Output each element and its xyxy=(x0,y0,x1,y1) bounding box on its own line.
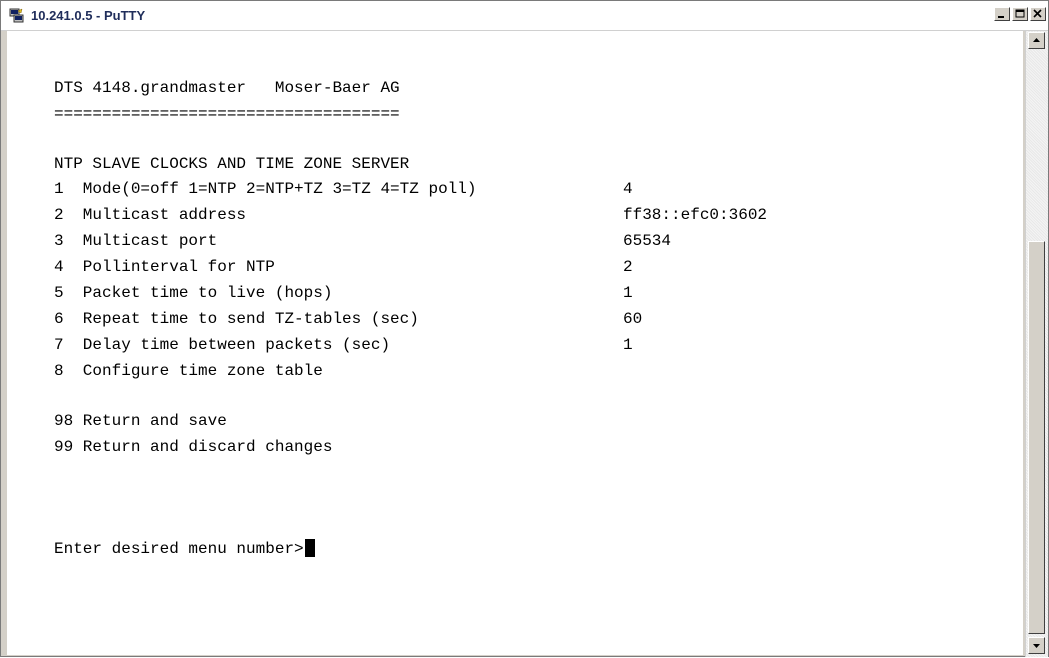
prompt-line: Enter desired menu number> xyxy=(54,539,315,559)
menu-item-label: 6 Repeat time to send TZ-tables (sec) xyxy=(54,310,419,328)
menu-item-label: 1 Mode(0=off 1=NTP 2=NTP+TZ 3=TZ 4=TZ po… xyxy=(54,180,477,198)
scroll-up-button[interactable] xyxy=(1028,32,1045,49)
menu-item-label: 2 Multicast address xyxy=(54,206,247,224)
putty-icon[interactable] xyxy=(9,8,25,23)
terminal-screen[interactable]: DTS 4148.grandmaster Moser-Baer AG =====… xyxy=(7,31,1023,655)
menu-item-label: 5 Packet time to live (hops) xyxy=(54,284,333,302)
minimize-button[interactable] xyxy=(994,7,1010,21)
action-save: 98 Return and save xyxy=(54,412,227,430)
close-icon xyxy=(1033,9,1042,18)
menu-item-value: ff38::efc0:3602 xyxy=(623,206,768,224)
maximize-button[interactable] xyxy=(1012,7,1028,21)
menu-item-value: 1 xyxy=(623,284,633,302)
menu-item-value: 1 xyxy=(623,336,633,354)
section-title: NTP SLAVE CLOCKS AND TIME ZONE SERVER xyxy=(54,155,410,173)
putty-window: 10.241.0.5 - PuTTY DTS 4148.grandmaster … xyxy=(0,0,1049,657)
divider-line: ==================================== xyxy=(54,105,400,123)
header-line: DTS 4148.grandmaster Moser-Baer AG xyxy=(54,79,400,97)
scroll-down-arrow-icon xyxy=(1033,644,1040,648)
window-title: 10.241.0.5 - PuTTY xyxy=(31,8,146,23)
text-cursor xyxy=(304,539,315,557)
window-controls xyxy=(992,7,1046,21)
menu-item-label: 8 Configure time zone table xyxy=(54,362,323,380)
close-button[interactable] xyxy=(1030,7,1046,21)
menu-item-value: 4 xyxy=(623,180,633,198)
maximize-icon xyxy=(1015,9,1025,18)
menu-item-label: 3 Multicast port xyxy=(54,232,218,250)
prompt-text: Enter desired menu number> xyxy=(54,540,304,558)
scroll-up-arrow-icon xyxy=(1033,38,1040,42)
scrollbar-thumb[interactable] xyxy=(1028,241,1045,634)
menu-item-value: 60 xyxy=(623,310,643,328)
menu-item-value: 65534 xyxy=(623,232,672,250)
action-discard: 99 Return and discard changes xyxy=(54,438,333,456)
menu-item-label: 4 Pollinterval for NTP xyxy=(54,258,275,276)
scroll-down-button[interactable] xyxy=(1028,637,1045,654)
minimize-icon xyxy=(998,16,1004,18)
vertical-scrollbar[interactable] xyxy=(1025,31,1048,657)
title-bar[interactable]: 10.241.0.5 - PuTTY xyxy=(1,1,1048,31)
menu-item-value: 2 xyxy=(623,258,633,276)
menu-item-label: 7 Delay time between packets (sec) xyxy=(54,336,391,354)
